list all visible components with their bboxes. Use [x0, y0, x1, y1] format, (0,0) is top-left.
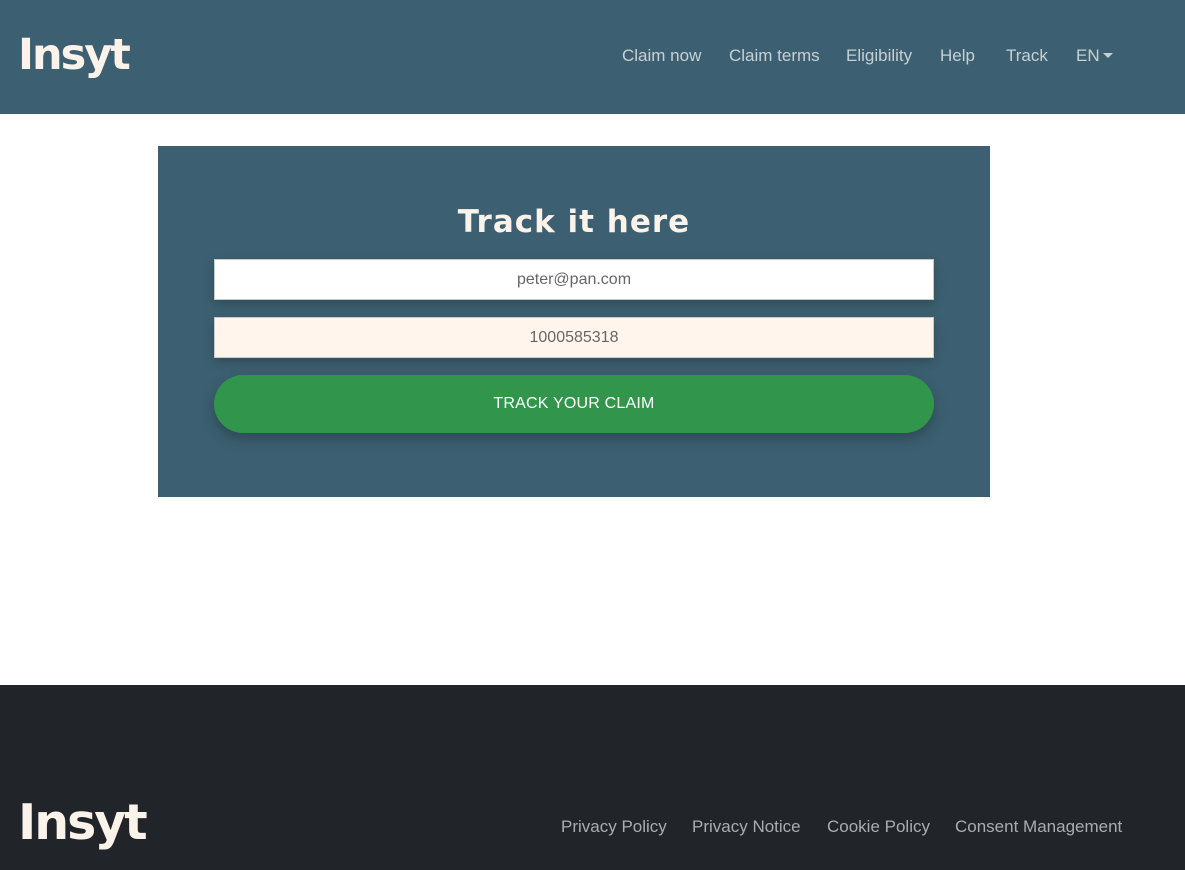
footer-logo[interactable]: Insyt: [18, 795, 148, 851]
email-field[interactable]: [214, 259, 934, 300]
language-dropdown[interactable]: EN: [1076, 45, 1113, 67]
nav-claim-now[interactable]: Claim now: [622, 45, 701, 67]
footer-link-privacy-policy[interactable]: Privacy Policy: [561, 816, 667, 838]
site-footer: Insyt Privacy Policy Privacy Notice Cook…: [0, 685, 1185, 870]
caret-down-icon: [1102, 53, 1113, 58]
claim-number-field[interactable]: [214, 317, 934, 358]
main-nav: Claim now Claim terms Eligibility Help T…: [0, 45, 1185, 69]
footer-link-privacy-notice[interactable]: Privacy Notice: [692, 816, 801, 838]
nav-eligibility[interactable]: Eligibility: [846, 45, 912, 67]
nav-claim-terms[interactable]: Claim terms: [729, 45, 820, 67]
site-header: Insyt Claim now Claim terms Eligibility …: [0, 0, 1185, 114]
nav-help[interactable]: Help: [940, 45, 975, 67]
language-label: EN: [1076, 46, 1100, 65]
nav-track[interactable]: Track: [1006, 45, 1048, 67]
footer-link-consent-management[interactable]: Consent Management: [955, 816, 1122, 838]
track-claim-button[interactable]: TRACK YOUR CLAIM: [214, 375, 934, 433]
track-title: Track it here: [457, 204, 691, 240]
footer-link-cookie-policy[interactable]: Cookie Policy: [827, 816, 930, 838]
